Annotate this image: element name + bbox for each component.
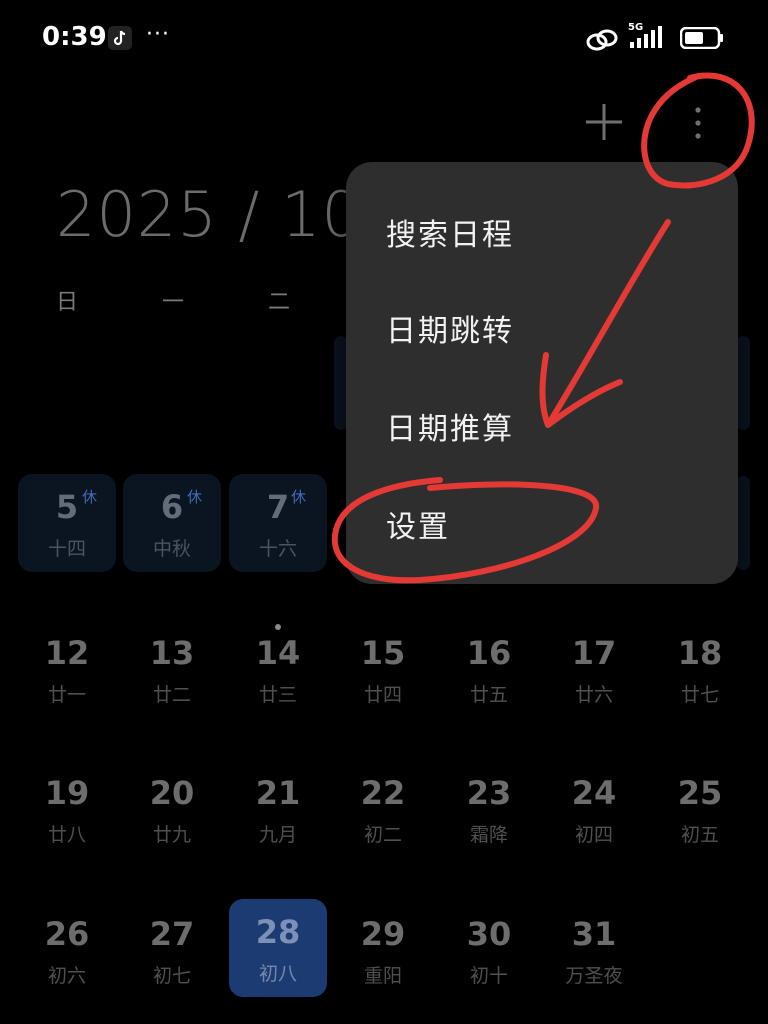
day-number: 17 — [571, 634, 617, 672]
lunar-date: 廿二 — [152, 684, 191, 706]
more-options-button[interactable] — [683, 104, 713, 142]
weekday-mon: 一 — [161, 290, 184, 315]
vertical-dots-icon — [695, 107, 701, 139]
lunar-date: 初六 — [47, 965, 86, 987]
menu-item-jump-to-date[interactable]: 日期跳转 — [386, 306, 514, 350]
day-number: 30 — [466, 915, 512, 953]
day-cell-17[interactable]: 17 廿六 — [545, 620, 643, 718]
day-number: 19 — [44, 774, 90, 812]
day-number: 21 — [255, 774, 301, 812]
lunar-date: 万圣夜 — [565, 965, 623, 987]
battery-icon — [680, 27, 723, 49]
day-number: 6 — [160, 488, 184, 526]
day-cell-19[interactable]: 19 廿八 — [18, 760, 116, 858]
menu-item-date-calculation[interactable]: 日期推算 — [386, 404, 514, 448]
lunar-date: 廿四 — [363, 684, 402, 706]
hidden-day-cell — [736, 336, 750, 430]
day-cell-22[interactable]: 22 初二 — [334, 760, 432, 858]
day-cell-5[interactable]: 5 休 十四 — [18, 474, 116, 572]
day-cell-21[interactable]: 21 九月 — [229, 760, 327, 858]
overflow-menu: 搜索日程 日期跳转 日期推算 设置 — [346, 162, 738, 584]
day-number: 15 — [360, 634, 406, 672]
day-cell-31[interactable]: 31 万圣夜 — [545, 901, 643, 999]
day-number: 27 — [149, 915, 195, 953]
day-cell-29[interactable]: 29 重阳 — [334, 901, 432, 999]
day-cell-12[interactable]: 12 廿一 — [18, 620, 116, 718]
day-cell-28-today[interactable]: 28 初八 — [229, 899, 327, 997]
event-indicator-dot — [275, 624, 281, 630]
lunar-date: 廿三 — [258, 684, 297, 706]
day-number: 16 — [466, 634, 512, 672]
lunar-date: 九月 — [258, 824, 297, 846]
lunar-date: 廿七 — [680, 684, 719, 706]
lunar-date: 初四 — [574, 824, 613, 846]
lunar-date: 廿五 — [469, 684, 508, 706]
day-cell-25[interactable]: 25 初五 — [651, 760, 749, 858]
day-cell-18[interactable]: 18 廿七 — [651, 620, 749, 718]
day-cell-7[interactable]: 7 休 十六 — [229, 474, 327, 572]
day-cell-24[interactable]: 24 初四 — [545, 760, 643, 858]
day-cell-23[interactable]: 23 霜降 — [440, 760, 538, 858]
day-cell-14[interactable]: 14 廿三 — [229, 620, 327, 718]
lunar-date: 廿六 — [574, 684, 613, 706]
status-bar: 0:39 ··· 5G — [0, 0, 768, 80]
status-time: 0:39 — [42, 22, 107, 52]
day-number: 31 — [571, 915, 617, 953]
lunar-date: 廿八 — [47, 824, 86, 846]
month-title[interactable]: 2025 / 10 — [56, 178, 362, 251]
day-cell-30[interactable]: 30 初十 — [440, 901, 538, 999]
hidden-day-cell — [736, 476, 750, 570]
lunar-date: 初八 — [258, 963, 297, 985]
holiday-badge: 休 — [82, 488, 98, 506]
day-cell-27[interactable]: 27 初七 — [123, 901, 221, 999]
lunar-date: 霜降 — [469, 824, 508, 846]
lunar-date: 初七 — [152, 965, 191, 987]
lunar-date: 初十 — [469, 965, 508, 987]
day-number: 18 — [677, 634, 723, 672]
plus-icon — [586, 104, 622, 140]
day-number: 23 — [466, 774, 512, 812]
day-cell-20[interactable]: 20 廿九 — [123, 760, 221, 858]
lunar-date: 中秋 — [152, 538, 191, 560]
lunar-date: 十四 — [47, 538, 86, 560]
add-event-button[interactable] — [584, 102, 624, 142]
day-number: 25 — [677, 774, 723, 812]
day-cell-13[interactable]: 13 廿二 — [123, 620, 221, 718]
lunar-date: 初二 — [363, 824, 402, 846]
weekday-tue: 二 — [267, 290, 290, 315]
day-number: 22 — [360, 774, 406, 812]
day-number: 5 — [55, 488, 79, 526]
day-cell-26[interactable]: 26 初六 — [18, 901, 116, 999]
signal-icon: 5G — [626, 22, 672, 50]
day-number: 7 — [266, 488, 290, 526]
day-number: 14 — [255, 634, 301, 672]
day-number: 20 — [149, 774, 195, 812]
menu-item-settings[interactable]: 设置 — [386, 502, 450, 546]
tiktok-icon — [108, 26, 132, 50]
day-cell-6[interactable]: 6 休 中秋 — [123, 474, 221, 572]
holiday-badge: 休 — [291, 488, 307, 506]
day-number: 28 — [255, 913, 301, 951]
status-more-icon: ··· — [146, 22, 170, 47]
lunar-date: 廿一 — [47, 684, 86, 706]
lunar-date: 初五 — [680, 824, 719, 846]
day-number: 12 — [44, 634, 90, 672]
day-number: 29 — [360, 915, 406, 953]
day-number: 24 — [571, 774, 617, 812]
lunar-date: 十六 — [258, 538, 297, 560]
day-cell-15[interactable]: 15 廿四 — [334, 620, 432, 718]
menu-item-search-schedule[interactable]: 搜索日程 — [386, 210, 514, 254]
lunar-date: 廿九 — [152, 824, 191, 846]
day-number: 26 — [44, 915, 90, 953]
weekday-sun: 日 — [55, 290, 78, 315]
day-number: 13 — [149, 634, 195, 672]
lunar-date: 重阳 — [363, 965, 402, 987]
day-cell-16[interactable]: 16 廿五 — [440, 620, 538, 718]
link-icon — [586, 29, 618, 51]
holiday-badge: 休 — [187, 488, 203, 506]
